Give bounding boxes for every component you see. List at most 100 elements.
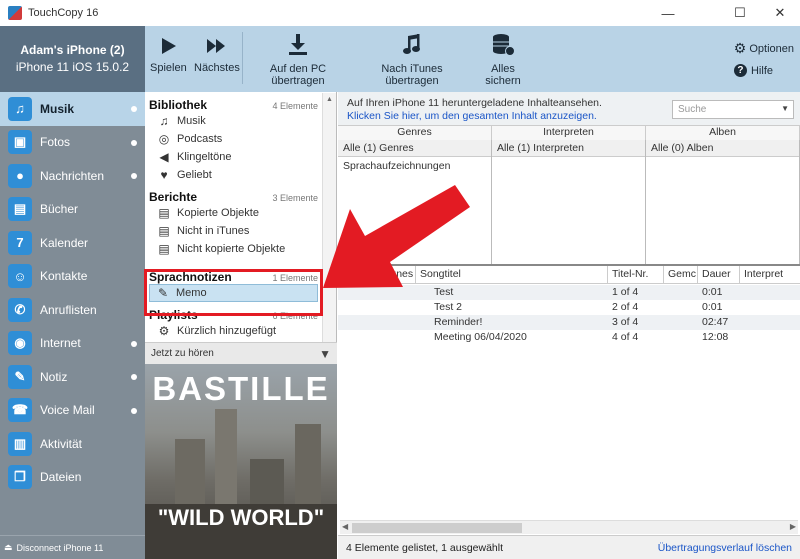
genres-header[interactable]: Genres xyxy=(338,126,492,140)
sidebar-item-bücher[interactable]: ▤ Bücher xyxy=(0,193,145,227)
table-cell xyxy=(740,300,800,315)
close-button[interactable]: ✕ xyxy=(762,0,798,26)
library-item[interactable]: ▤ Kopierte Objekte xyxy=(145,204,336,222)
table-cell xyxy=(664,315,698,330)
col-copied[interactable]: Kopi xyxy=(338,266,378,284)
library-item-icon: ♫ xyxy=(159,114,169,128)
sidebar-item-kontakte[interactable]: ☺ Kontakte xyxy=(0,260,145,294)
library-item[interactable]: ⚙ Kürzlich hinzugefügt xyxy=(145,322,336,340)
horizontal-scrollbar[interactable]: ◀ ▶ xyxy=(340,520,798,534)
search-input[interactable]: Suche ▼ xyxy=(672,100,794,119)
library-scrollbar[interactable]: ▲ xyxy=(322,93,336,343)
col-genre[interactable]: Gemc xyxy=(664,266,698,284)
table-cell: 2 of 4 xyxy=(612,301,639,313)
sidebar-item-notiz[interactable]: ✎ Notiz xyxy=(0,360,145,394)
device-name: Adam's iPhone (2) xyxy=(20,43,125,57)
library-item-label: Geliebt xyxy=(177,169,212,181)
maximize-button[interactable]: ☐ xyxy=(722,0,758,26)
library-item-icon: ▤ xyxy=(158,242,170,256)
next-button[interactable]: Nächstes xyxy=(194,36,240,86)
backup-all-button[interactable]: Alles sichern xyxy=(472,34,534,87)
artists-header[interactable]: Interpreten xyxy=(492,126,646,140)
library-item[interactable]: ◎ Podcasts xyxy=(145,130,336,148)
col-itunes[interactable]: iTunes xyxy=(378,266,416,284)
library-item-label: Nicht in iTunes xyxy=(177,225,250,237)
note-icon: ✎ xyxy=(8,364,32,389)
sidebar-item-label: Kontakte xyxy=(40,269,88,284)
artists-list[interactable]: Alle (1) Interpreten xyxy=(492,140,646,264)
col-duration[interactable]: Dauer xyxy=(698,266,740,284)
status-text: 4 Elemente gelistet, 1 ausgewählt xyxy=(346,541,504,554)
sidebar-item-fotos[interactable]: ▣ Fotos xyxy=(0,126,145,160)
sidebar-item-voice-mail[interactable]: ☎ Voice Mail xyxy=(0,394,145,428)
albums-list[interactable]: Alle (0) Alben xyxy=(646,140,800,264)
table-cell: Test 2 xyxy=(434,301,463,313)
albums-all-item[interactable]: Alle (0) Alben xyxy=(646,140,799,157)
table-row[interactable]: Test 2 2 of 4 0:01 xyxy=(338,300,800,315)
sidebar-item-kalender[interactable]: 7 Kalender xyxy=(0,226,145,260)
table-cell xyxy=(338,315,378,330)
highlight-box xyxy=(144,269,323,316)
table-cell xyxy=(740,315,800,330)
library-item[interactable]: ◀ Klingeltöne xyxy=(145,148,336,166)
table-cell xyxy=(664,330,698,345)
library-item[interactable]: ♫ Musik xyxy=(145,112,336,130)
genre-item[interactable]: Sprachaufzeichnungen xyxy=(338,157,491,175)
sidebar: ♫ Musik ▣ Fotos ● Nachrichten ▤ Bücher 7 Kalender… xyxy=(0,92,145,559)
library-item-label: Kopierte Objekte xyxy=(177,207,259,219)
clear-history-link[interactable]: Übertragungsverlauf löschen xyxy=(658,542,792,554)
section-title: Berichte xyxy=(149,190,198,204)
table-cell xyxy=(378,300,416,315)
library-item[interactable]: ▤ Nicht kopierte Objekte xyxy=(145,240,336,258)
albums-header[interactable]: Alben xyxy=(646,126,800,140)
library-item-label: Kürzlich hinzugefügt xyxy=(177,325,277,337)
music-note-icon xyxy=(403,34,420,54)
section-bibliothek: Bibliothek 4 Elemente xyxy=(145,98,336,112)
table-row[interactable]: Reminder! 3 of 4 02:47 xyxy=(338,315,800,330)
play-button[interactable]: Spielen xyxy=(150,36,187,86)
genres-list[interactable]: Alle (1) Genres Sprachaufzeichnungen xyxy=(338,140,492,264)
download-icon xyxy=(289,34,307,55)
options-button[interactable]: ⚙ Optionen xyxy=(734,40,794,57)
messages-icon: ● xyxy=(8,163,32,188)
badge-dot xyxy=(131,374,137,380)
sidebar-item-aktivität[interactable]: ▥ Aktivität xyxy=(0,427,145,461)
help-button[interactable]: ? Hilfe xyxy=(733,64,773,77)
files-icon: ❐ xyxy=(8,465,32,490)
library-item[interactable]: ▤ Nicht in iTunes xyxy=(145,222,336,240)
sidebar-item-anruflisten[interactable]: ✆ Anruflisten xyxy=(0,293,145,327)
col-title[interactable]: Songtitel xyxy=(416,266,608,284)
show-all-link[interactable]: Klicken Sie hier, um den gesamten Inhalt… xyxy=(347,110,597,122)
transfer-to-pc-button[interactable]: Auf den PC übertragen xyxy=(246,34,350,87)
collapse-arrow-icon[interactable]: ▼ xyxy=(319,347,331,361)
col-track[interactable]: Titel-Nr. xyxy=(608,266,664,284)
col-artist[interactable]: Interpret xyxy=(740,266,800,284)
genres-all-item[interactable]: Alle (1) Genres xyxy=(338,140,491,157)
sidebar-item-dateien[interactable]: ❐ Dateien xyxy=(0,461,145,495)
voicemail-icon: ☎ xyxy=(8,398,32,423)
table-row[interactable]: Meeting 06/04/2020 4 of 4 12:08 xyxy=(338,330,800,345)
sidebar-item-nachrichten[interactable]: ● Nachrichten xyxy=(0,159,145,193)
table-cell: Test xyxy=(434,286,454,298)
artists-all-item[interactable]: Alle (1) Interpreten xyxy=(492,140,645,157)
table-row[interactable]: Test 1 of 4 0:01 xyxy=(338,285,800,300)
badge-dot xyxy=(131,106,137,112)
table-cell xyxy=(338,330,378,345)
library-item-icon: ▤ xyxy=(158,224,170,238)
now-playing-header: Jetzt zu hören ▼ xyxy=(145,342,337,364)
sidebar-item-internet[interactable]: ◉ Internet xyxy=(0,327,145,361)
library-item-label: Musik xyxy=(177,115,206,127)
info-text: Auf Ihren iPhone 11 heruntergeladene Inh… xyxy=(347,97,602,109)
library-item[interactable]: ♥ Geliebt xyxy=(145,166,336,184)
phone-icon: ✆ xyxy=(8,297,32,322)
table-cell: 0:01 xyxy=(702,286,723,298)
minimize-button[interactable]: — xyxy=(650,0,686,26)
sidebar-item-label: Dateien xyxy=(40,470,82,485)
table-cell xyxy=(338,300,378,315)
sidebar-item-musik[interactable]: ♫ Musik xyxy=(0,92,145,126)
device-model: iPhone 11 iOS 15.0.2 xyxy=(15,60,130,74)
disconnect-button[interactable]: ⏏ Disconnect iPhone 11 xyxy=(0,535,145,559)
device-info: Adam's iPhone (2) iPhone 11 iOS 15.0.2 xyxy=(0,26,145,92)
transfer-to-itunes-button[interactable]: Nach iTunes übertragen xyxy=(356,34,468,87)
sidebar-item-label: Kalender xyxy=(40,235,89,250)
